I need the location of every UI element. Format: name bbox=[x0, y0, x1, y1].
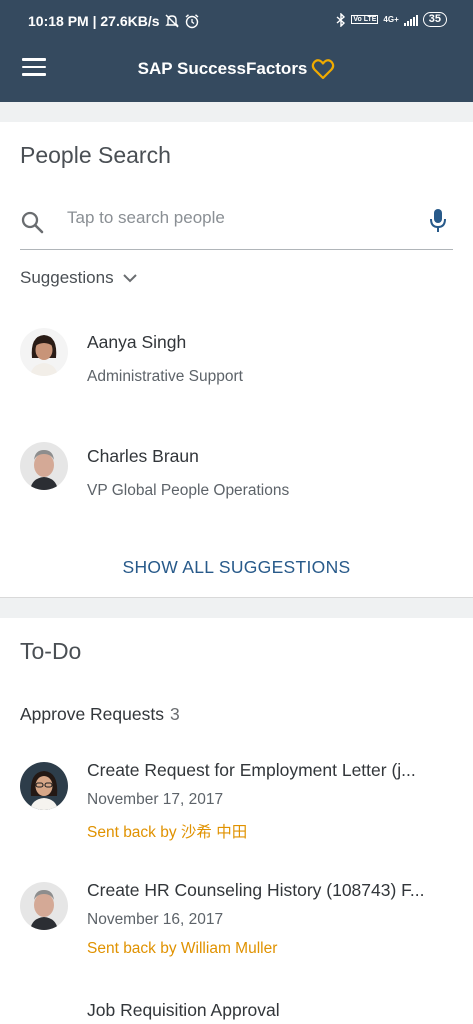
alarm-icon bbox=[185, 14, 199, 29]
chevron-down-icon bbox=[122, 274, 137, 283]
avatar bbox=[20, 328, 68, 376]
suggestion-item-charles-braun[interactable]: Charles Braun VP Global People Operation… bbox=[20, 440, 453, 510]
todo-item[interactable]: Create Request for Employment Letter (j.… bbox=[20, 760, 460, 860]
status-bar: 10:18 PM | 27.6KB/s Vo LTE 4G+ 35 bbox=[0, 0, 473, 42]
volte-badge: Vo LTE bbox=[351, 15, 379, 24]
people-search-title: People Search bbox=[20, 142, 171, 168]
approve-requests-label: Approve Requests bbox=[20, 704, 164, 724]
todo-item-status: Sent back by William Muller bbox=[87, 940, 278, 957]
people-search-card: People Search Suggestions Aa bbox=[0, 122, 473, 598]
person-name: Charles Braun bbox=[87, 446, 199, 466]
suggestions-toggle[interactable]: Suggestions bbox=[20, 268, 138, 288]
search-input[interactable] bbox=[67, 204, 417, 232]
todo-item[interactable]: Job Requisition Approval bbox=[20, 1000, 460, 1024]
approve-requests-count: 3 bbox=[169, 704, 180, 724]
todo-item-title: Job Requisition Approval bbox=[87, 1000, 280, 1020]
signal-strength-icon bbox=[403, 13, 418, 26]
todo-card: To-Do Approve Requests 3 Create Request f… bbox=[0, 618, 473, 1024]
app-header: 10:18 PM | 27.6KB/s Vo LTE 4G+ 35 SAP Su… bbox=[0, 0, 473, 102]
search-icon bbox=[21, 211, 44, 234]
suggestion-item-aanya-singh[interactable]: Aanya Singh Administrative Support bbox=[20, 326, 453, 396]
bluetooth-icon bbox=[336, 12, 346, 27]
network-type: 4G+ bbox=[383, 15, 399, 24]
avatar bbox=[20, 882, 68, 930]
person-name: Aanya Singh bbox=[87, 332, 187, 352]
avatar bbox=[20, 442, 68, 490]
status-right: Vo LTE 4G+ 35 bbox=[336, 12, 447, 27]
app-title: SAP SuccessFactors bbox=[0, 58, 473, 80]
search-bar bbox=[20, 202, 453, 250]
person-role: VP Global People Operations bbox=[87, 482, 290, 499]
suggestions-label: Suggestions bbox=[20, 268, 114, 287]
todo-item-title: Create HR Counseling History (108743) F.… bbox=[87, 880, 425, 900]
approve-requests-header[interactable]: Approve Requests 3 bbox=[20, 704, 180, 725]
avatar bbox=[20, 762, 68, 810]
person-role: Administrative Support bbox=[87, 368, 243, 385]
show-all-suggestions-button[interactable]: SHOW ALL SUGGESTIONS bbox=[0, 557, 473, 578]
heart-outline-icon bbox=[312, 59, 335, 80]
todo-item-title: Create Request for Employment Letter (j.… bbox=[87, 760, 416, 780]
todo-item-status: Sent back by 沙希 中田 bbox=[87, 824, 248, 841]
status-left: 10:18 PM | 27.6KB/s bbox=[28, 13, 200, 29]
todo-title: To-Do bbox=[20, 638, 82, 664]
notifications-off-icon bbox=[164, 14, 179, 28]
todo-item-date: November 16, 2017 bbox=[87, 911, 224, 928]
todo-item-date: November 17, 2017 bbox=[87, 791, 224, 808]
microphone-icon[interactable] bbox=[429, 208, 447, 234]
todo-item[interactable]: Create HR Counseling History (108743) F.… bbox=[20, 880, 460, 980]
battery-indicator: 35 bbox=[422, 12, 447, 27]
app-title-text: SAP SuccessFactors bbox=[137, 59, 308, 78]
status-time: 10:18 PM | 27.6KB/s bbox=[28, 13, 160, 29]
